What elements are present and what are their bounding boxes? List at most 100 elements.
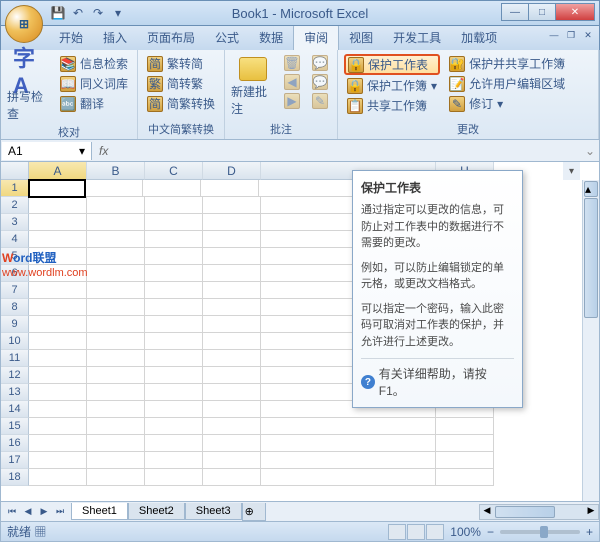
cell[interactable] [203,367,261,384]
cell[interactable] [29,435,87,452]
cell[interactable] [145,452,203,469]
expand-formula-icon[interactable]: ⌄ [581,144,599,158]
zoom-level[interactable]: 100% [450,525,481,539]
page-break-icon[interactable] [426,524,444,540]
cell[interactable] [436,435,494,452]
cell[interactable] [145,299,203,316]
cell[interactable] [87,282,145,299]
office-button[interactable]: ⊞ [5,5,43,43]
fx-icon[interactable]: fx [93,144,114,158]
new-comment-button[interactable]: 新建批注 [231,54,275,119]
cell[interactable] [203,435,261,452]
scroll-up-icon[interactable]: ▴ [584,181,598,197]
scroll-left-icon[interactable]: ◀ [480,505,494,519]
cell[interactable] [87,401,145,418]
mdi-close-icon[interactable]: ✕ [580,28,596,42]
zoom-thumb[interactable] [540,526,548,538]
cell[interactable] [29,214,87,231]
research-button[interactable]: 📚信息检索 [57,54,131,73]
cell[interactable] [145,231,203,248]
cell[interactable] [203,452,261,469]
tab-layout[interactable]: 页面布局 [137,25,205,50]
doc-indicator-icon[interactable]: ▾ [563,162,580,180]
cell[interactable] [87,248,145,265]
cell[interactable] [87,469,145,486]
protect-sheet-button[interactable]: 🔒保护工作表 [344,54,440,75]
new-sheet-button[interactable]: ⊕ [242,503,266,521]
last-sheet-icon[interactable]: ⏭ [53,505,67,519]
row-header[interactable]: 8 [1,299,29,316]
col-header[interactable]: B [87,162,145,180]
cell[interactable] [29,231,87,248]
cell[interactable] [87,418,145,435]
cell[interactable] [29,316,87,333]
row-header[interactable]: 2 [1,197,29,214]
prev-sheet-icon[interactable]: ◀ [21,505,35,519]
tab-formulas[interactable]: 公式 [205,25,249,50]
cell[interactable] [261,452,436,469]
cell[interactable] [29,384,87,401]
cell[interactable] [203,248,261,265]
tab-view[interactable]: 视图 [339,25,383,50]
share-workbook-button[interactable]: 📋共享工作簿 [344,96,440,115]
row-header[interactable]: 4 [1,231,29,248]
col-header[interactable]: D [203,162,261,180]
translate-button[interactable]: 🔤翻译 [57,94,131,113]
cell[interactable] [29,469,87,486]
row-header[interactable]: 7 [1,282,29,299]
to-simplified-button[interactable]: 繁简转繁 [144,74,218,93]
undo-icon[interactable]: ↶ [69,4,87,22]
row-header[interactable]: 12 [1,367,29,384]
sheet-tab[interactable]: Sheet1 [71,503,128,520]
cell[interactable] [29,418,87,435]
tab-review[interactable]: 审阅 [293,24,339,50]
qat-dropdown-icon[interactable]: ▾ [109,4,127,22]
cell[interactable] [29,299,87,316]
tab-developer[interactable]: 开发工具 [383,25,451,50]
mdi-minimize-icon[interactable]: — [546,28,562,42]
cell[interactable] [203,265,261,282]
row-header[interactable]: 9 [1,316,29,333]
cell[interactable] [87,452,145,469]
zoom-slider[interactable] [500,530,580,534]
row-header[interactable]: 13 [1,384,29,401]
cell[interactable] [145,282,203,299]
cell[interactable] [261,469,436,486]
tab-addins[interactable]: 加载项 [451,25,507,50]
cell[interactable] [145,316,203,333]
cell[interactable] [203,469,261,486]
cell[interactable] [87,265,145,282]
col-header[interactable]: A [29,162,87,180]
cell[interactable] [203,299,261,316]
sheet-tab[interactable]: Sheet2 [128,503,185,520]
cell[interactable] [87,316,145,333]
cell[interactable] [29,333,87,350]
cell[interactable] [145,214,203,231]
col-header[interactable]: C [145,162,203,180]
cell[interactable] [203,384,261,401]
minimize-button[interactable]: — [501,3,529,21]
cell[interactable] [145,435,203,452]
cell[interactable] [87,214,145,231]
cell[interactable] [145,401,203,418]
row-header[interactable]: 10 [1,333,29,350]
cell[interactable] [29,367,87,384]
cell[interactable] [29,197,87,214]
tab-home[interactable]: 开始 [49,25,93,50]
thesaurus-button[interactable]: 📖同义词库 [57,74,131,93]
cell[interactable] [29,452,87,469]
cell[interactable] [87,231,145,248]
cell[interactable] [85,180,143,197]
protect-workbook-button[interactable]: 🔒保护工作簿▾ [344,76,440,95]
row-header[interactable]: 15 [1,418,29,435]
close-button[interactable]: ✕ [555,3,595,21]
cell[interactable] [143,180,201,197]
zoom-in-icon[interactable]: + [586,525,593,539]
cell[interactable] [203,197,261,214]
scroll-thumb[interactable] [584,198,598,318]
cell[interactable] [87,299,145,316]
row-header[interactable]: 18 [1,469,29,486]
page-layout-icon[interactable] [407,524,425,540]
cell[interactable] [203,401,261,418]
select-all-corner[interactable] [1,162,29,180]
